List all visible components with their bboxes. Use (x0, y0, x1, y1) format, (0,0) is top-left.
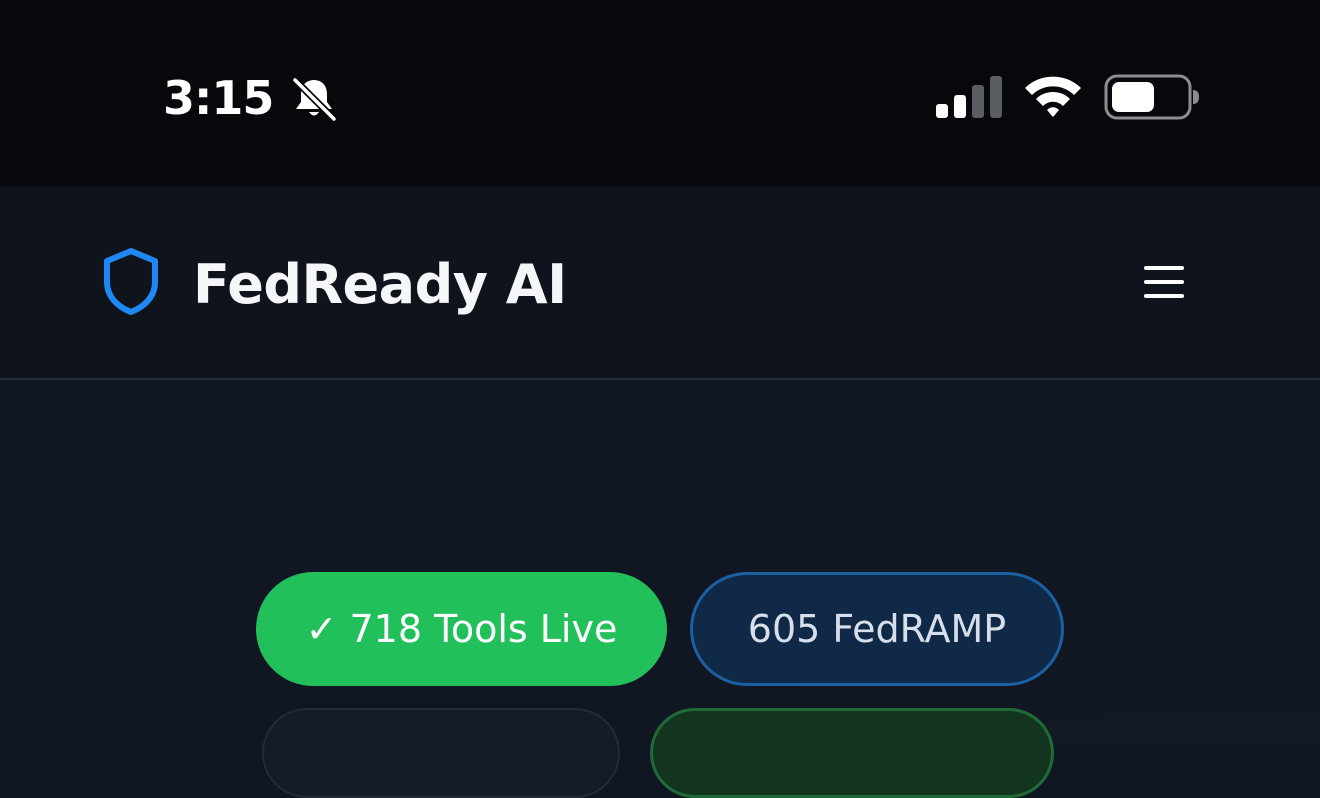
tools-live-label: 718 Tools Live (349, 607, 618, 651)
shield-icon (104, 248, 158, 315)
hamburger-menu-icon[interactable] (1138, 258, 1190, 306)
hero-section: ✓ 718 Tools Live 605 FedRAMP (0, 380, 1320, 798)
wifi-icon (1025, 76, 1081, 117)
fedramp-label: 605 FedRAMP (747, 607, 1007, 651)
badge-partial-left[interactable] (262, 708, 620, 798)
fedramp-badge[interactable]: 605 FedRAMP (690, 572, 1064, 686)
signal-icon (936, 76, 1002, 118)
brand-name[interactable]: FedReady AI (193, 248, 567, 322)
status-time: 3:15 (163, 71, 274, 125)
badge-partial-right[interactable] (650, 708, 1054, 798)
bell-slash-icon (292, 77, 337, 122)
tools-live-badge[interactable]: ✓ 718 Tools Live (256, 572, 667, 686)
status-bar: 3:15 (0, 0, 1320, 186)
checkmark-icon: ✓ (305, 607, 338, 651)
top-navbar: FedReady AI (0, 186, 1320, 380)
battery-icon (1104, 74, 1199, 120)
